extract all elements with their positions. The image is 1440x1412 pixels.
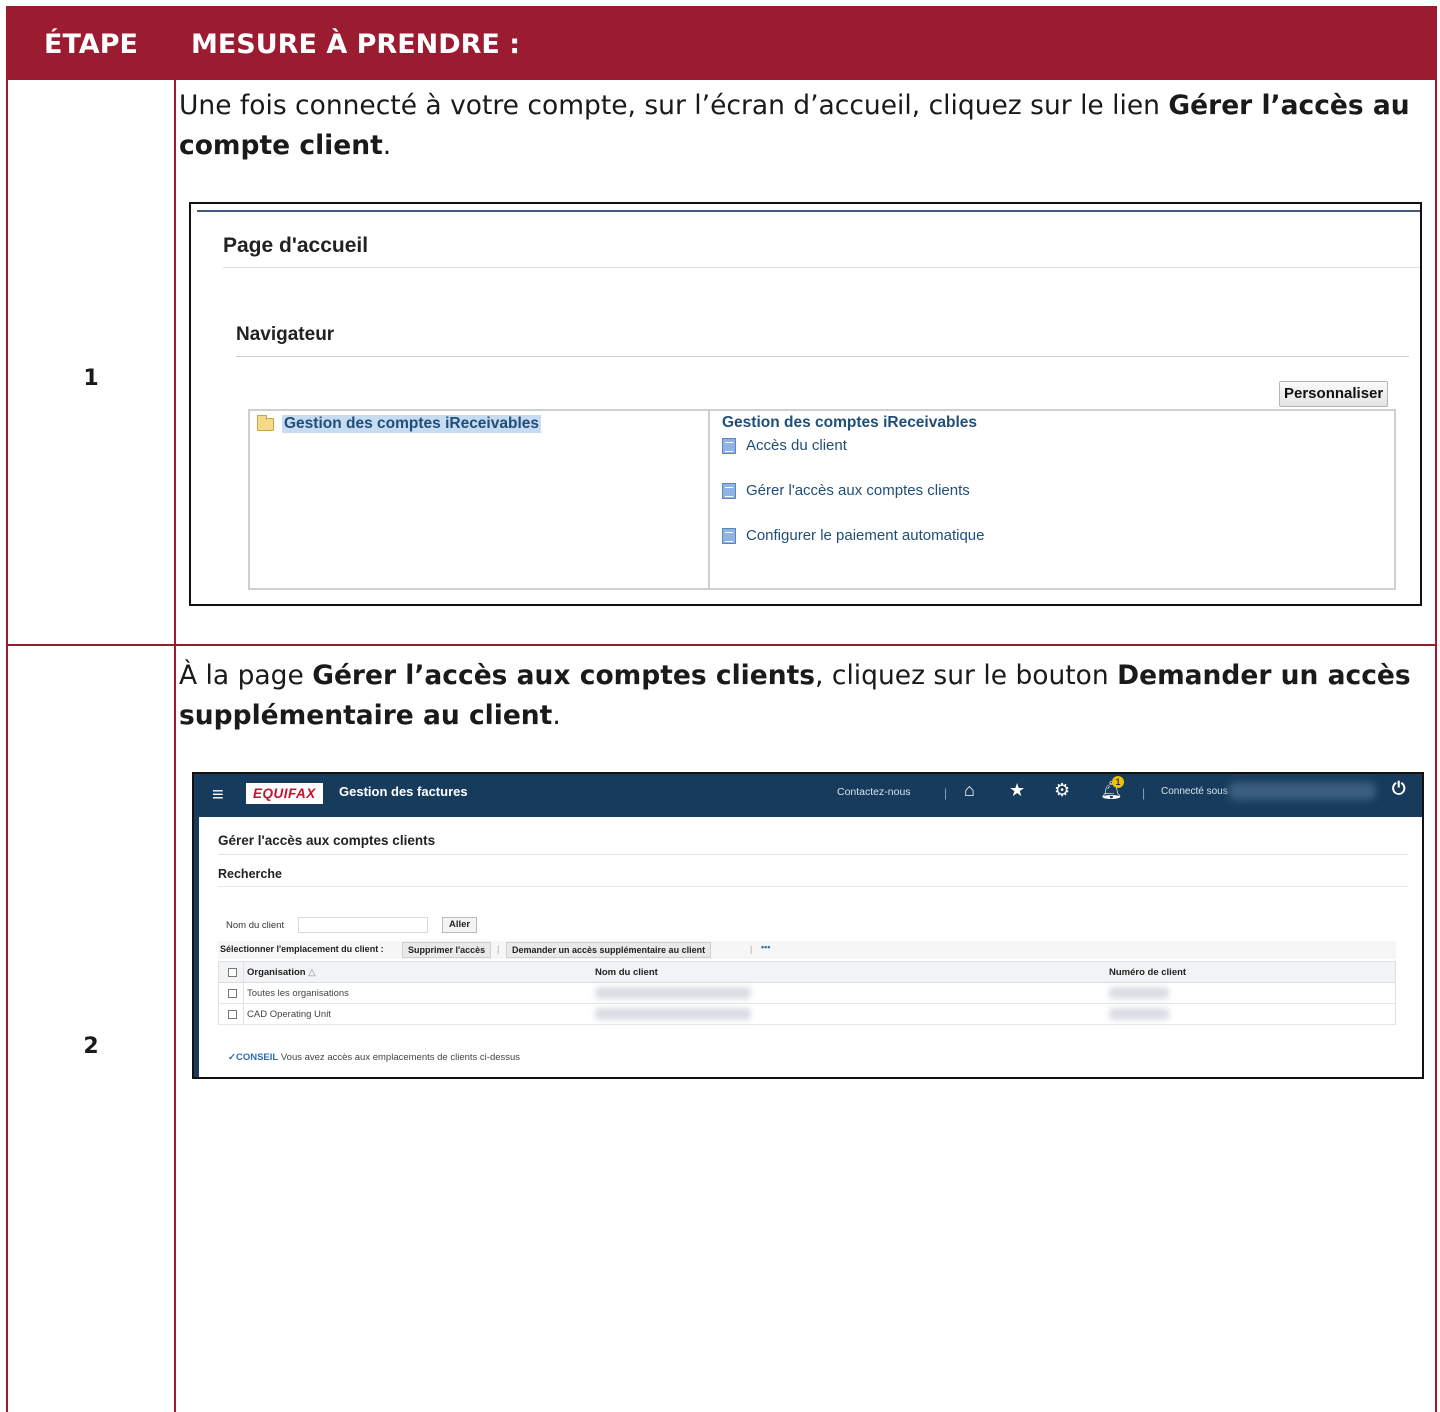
document-icon xyxy=(722,482,736,499)
tip-text: Vous avez accès aux emplacements de clie… xyxy=(280,1052,521,1063)
search-section-title: Recherche xyxy=(218,867,282,881)
select-location-label: Sélectionner l'emplacement du client : xyxy=(220,944,384,954)
link-client-access[interactable]: Accès du client xyxy=(722,437,847,454)
redacted-client-name xyxy=(595,1008,751,1020)
redacted-client-number xyxy=(1109,1008,1169,1020)
toolbar-separator: | xyxy=(750,944,753,954)
go-button[interactable]: Aller xyxy=(442,917,478,933)
row-divider xyxy=(8,644,1435,646)
navigator-split xyxy=(708,411,710,588)
logout-icon[interactable]: ⏻ xyxy=(1392,779,1405,799)
equifax-logo: EQUIFAX xyxy=(246,783,323,804)
navigator-panel: Gestion des comptes iReceivables Gestion… xyxy=(248,409,1396,590)
row-checkbox[interactable] xyxy=(228,1010,237,1019)
column-divider xyxy=(174,8,176,1412)
step-1-instruction: Une fois connecté à votre compte, sur l’… xyxy=(179,86,1419,166)
step-number-2: 2 xyxy=(83,1034,99,1059)
link-label: Accès du client xyxy=(746,437,847,454)
screenshot-home-page: Page d'accueil Navigateur Personnaliser … xyxy=(189,202,1422,606)
sort-ascending-icon[interactable]: △ xyxy=(308,967,315,978)
select-all-checkbox[interactable] xyxy=(228,968,237,977)
column-organisation[interactable]: Organisation △ xyxy=(247,967,316,978)
connected-as-label: Connecté sous xyxy=(1161,786,1228,797)
table-row[interactable]: Toutes les organisations xyxy=(219,983,1395,1004)
link-manage-account-access[interactable]: Gérer l'accès aux comptes clients xyxy=(722,482,970,499)
action-column-header: MESURE À PRENDRE : xyxy=(191,28,521,60)
title-divider xyxy=(218,854,1408,855)
search-divider xyxy=(218,886,1408,887)
customize-button[interactable]: Personnaliser xyxy=(1279,381,1389,407)
client-name-label: Nom du client xyxy=(226,920,285,931)
folder-icon xyxy=(257,415,274,431)
link-configure-autopay[interactable]: Configurer le paiement automatique xyxy=(722,527,984,544)
step-2-text-a: À la page xyxy=(179,660,313,691)
organisation-cell: CAD Operating Unit xyxy=(247,1009,331,1020)
step-1-text: Une fois connecté à votre compte, sur l’… xyxy=(179,90,1169,121)
step-column-header: ÉTAPE xyxy=(44,28,138,60)
redacted-username xyxy=(1228,782,1376,800)
header-rule xyxy=(197,210,1420,212)
navigator-title: Navigateur xyxy=(236,324,335,345)
settings-icon[interactable]: ⚙ xyxy=(1054,780,1070,801)
tip-message: ✓CONSEIL Vous avez accès aux emplacement… xyxy=(228,1052,520,1063)
navigator-item-ireceivables[interactable]: Gestion des comptes iReceivables xyxy=(282,415,541,433)
client-locations-table: Organisation △ Nom du client Numéro de c… xyxy=(218,961,1396,1025)
page-title: Page d'accueil xyxy=(223,234,369,257)
favorites-icon[interactable]: ★ xyxy=(1009,780,1025,801)
notification-badge: 1 xyxy=(1112,776,1124,788)
more-actions-icon[interactable]: ••• xyxy=(761,942,770,952)
step-2-text-b: , cliquez sur le bouton xyxy=(815,660,1118,691)
menu-icon[interactable]: ≡ xyxy=(212,785,224,805)
ireceivables-heading: Gestion des comptes iReceivables xyxy=(722,414,977,431)
organisation-cell: Toutes les organisations xyxy=(247,988,349,999)
top-nav-bar: ≡ EQUIFAX Gestion des factures Contactez… xyxy=(194,774,1422,817)
row-checkbox[interactable] xyxy=(228,989,237,998)
tip-label-text: CONSEIL xyxy=(235,1052,279,1063)
nav-separator: | xyxy=(1142,786,1146,800)
remove-access-button[interactable]: Supprimer l'accès xyxy=(402,942,492,958)
column-label: Organisation xyxy=(247,967,306,978)
tip-label: ✓CONSEIL xyxy=(228,1052,279,1063)
table-header-row: Organisation △ Nom du client Numéro de c… xyxy=(219,962,1395,983)
step-2-end: . xyxy=(552,700,561,731)
app-title: Gestion des factures xyxy=(339,784,468,799)
column-client-number: Numéro de client xyxy=(1109,967,1187,978)
link-label: Gérer l'accès aux comptes clients xyxy=(746,482,970,499)
contact-link[interactable]: Contactez-nous xyxy=(837,786,911,798)
left-accent xyxy=(194,817,199,1077)
redacted-client-number xyxy=(1109,987,1169,999)
page-title: Gérer l'accès aux comptes clients xyxy=(218,833,436,848)
table-toolbar: Sélectionner l'emplacement du client : S… xyxy=(218,941,1396,959)
link-label: Configurer le paiement automatique xyxy=(746,527,985,544)
redacted-client-name xyxy=(595,987,751,999)
document-icon xyxy=(722,437,736,454)
table-row[interactable]: CAD Operating Unit xyxy=(219,1004,1395,1025)
request-additional-access-button[interactable]: Demander un accès supplémentaire au clie… xyxy=(506,942,712,958)
screenshot-manage-access: ≡ EQUIFAX Gestion des factures Contactez… xyxy=(192,772,1424,1079)
navigator-divider xyxy=(236,356,1409,357)
step-number-1: 1 xyxy=(83,366,99,391)
table-header: ÉTAPE MESURE À PRENDRE : xyxy=(8,8,1435,80)
title-divider xyxy=(223,267,1420,268)
column-client-name: Nom du client xyxy=(595,967,658,978)
home-icon[interactable]: ⌂ xyxy=(964,780,975,801)
nav-separator: | xyxy=(944,786,948,800)
document-icon xyxy=(722,527,736,544)
toolbar-separator: | xyxy=(497,944,500,954)
step-2-instruction: À la page Gérer l’accès aux comptes clie… xyxy=(179,656,1419,736)
client-name-input[interactable] xyxy=(298,917,428,933)
step-2-page-name: Gérer l’accès aux comptes clients xyxy=(312,660,816,691)
step-1-end: . xyxy=(382,130,392,161)
